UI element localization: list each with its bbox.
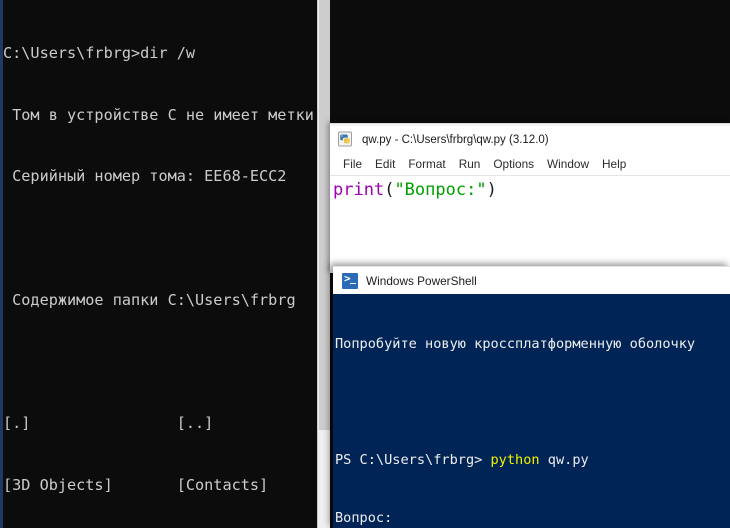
ps-line-prompt: PS C:\Users\frbrg> python qw.py <box>335 451 730 470</box>
powershell-console-output[interactable]: Попробуйте новую кроссплатформенную обол… <box>333 294 730 528</box>
ps-command: python <box>491 452 540 468</box>
powershell-title-text: Windows PowerShell <box>366 274 477 288</box>
ps-line-output: Вопрос: <box>335 509 730 528</box>
menu-item-format[interactable]: Format <box>402 157 452 171</box>
cmd-console-output: C:\Users\frbrg>dir /w Том в устройстве C… <box>3 2 318 528</box>
idle-code-editor[interactable]: print("Вопрос:") <box>330 177 730 273</box>
cmd-vertical-scrollbar[interactable] <box>317 0 330 528</box>
desktop-screenshot: C:\Users\frbrg>dir /w Том в устройстве C… <box>0 0 730 528</box>
code-token-string: "Вопрос:" <box>394 180 486 200</box>
idle-title-text: qw.py - C:\Users\frbrg\qw.py (3.12.0) <box>362 134 549 146</box>
powershell-text-buffer: Попробуйте новую кроссплатформенную обол… <box>335 296 730 528</box>
idle-title-bar[interactable]: qw.py - C:\Users\frbrg\qw.py (3.12.0) <box>330 126 730 153</box>
menu-item-run[interactable]: Run <box>453 157 488 171</box>
menu-item-options[interactable]: Options <box>487 157 541 171</box>
ps-line-banner: Попробуйте новую кроссплатформенную обол… <box>335 335 730 354</box>
cmd-line: Содержимое папки C:\Users\frbrg <box>3 290 318 311</box>
command-prompt-window[interactable]: C:\Users\frbrg>dir /w Том в устройстве C… <box>0 0 330 528</box>
python-idle-icon <box>338 131 355 148</box>
ps-prompt: PS C:\Users\frbrg> <box>335 452 491 468</box>
cmd-line: [.] [..] <box>3 413 318 434</box>
menu-item-help[interactable]: Help <box>596 157 633 171</box>
cmd-line: Том в устройстве C не имеет метки. <box>3 105 318 126</box>
menu-item-edit[interactable]: Edit <box>369 157 402 171</box>
code-token-function: print <box>333 180 384 200</box>
cmd-scrollbar-thumb[interactable] <box>319 0 330 430</box>
idle-menu-bar[interactable]: File Edit Format Run Options Window Help <box>330 153 730 176</box>
code-token-close-paren: ) <box>487 180 497 200</box>
cmd-line <box>3 228 318 249</box>
code-token-open-paren: ( <box>384 180 394 200</box>
idle-editor-window[interactable]: qw.py - C:\Users\frbrg\qw.py (3.12.0) Fi… <box>330 123 730 273</box>
ps-line-blank <box>335 393 730 412</box>
cmd-line: Серийный номер тома: EE68-ECC2 <box>3 166 318 187</box>
menu-item-file[interactable]: File <box>337 157 369 171</box>
menu-item-window[interactable]: Window <box>541 157 596 171</box>
powershell-icon <box>342 273 358 289</box>
cmd-line: [3D Objects] [Contacts] <box>3 475 318 496</box>
cmd-line: C:\Users\frbrg>dir /w <box>3 43 318 64</box>
ps-args: qw.py <box>540 452 589 468</box>
cmd-line <box>3 351 318 372</box>
powershell-window[interactable]: Windows PowerShell Попробуйте новую крос… <box>333 266 730 528</box>
powershell-title-bar[interactable]: Windows PowerShell <box>333 266 730 294</box>
